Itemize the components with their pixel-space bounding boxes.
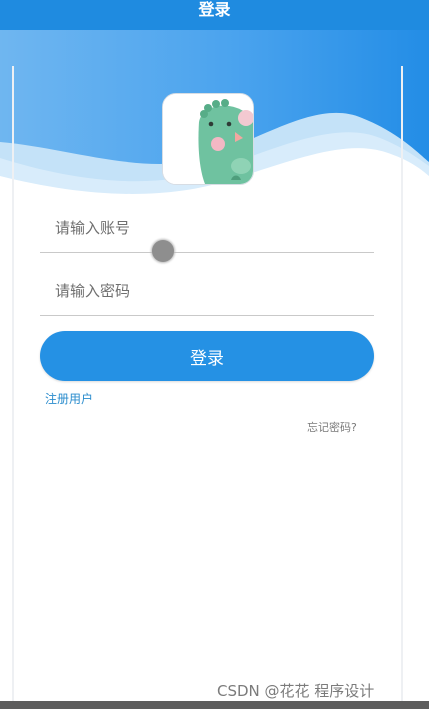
password-input[interactable] [53, 279, 357, 303]
account-input[interactable] [53, 216, 357, 240]
drag-handle[interactable] [152, 240, 174, 262]
watermark: CSDN @花花 程序设计 [217, 682, 375, 700]
account-field [40, 212, 374, 253]
nav-bar: 登录 [0, 0, 429, 30]
forgot-password-link[interactable]: 忘记密码? [307, 419, 357, 435]
register-link[interactable]: 注册用户 [45, 390, 93, 407]
app-avatar [162, 93, 254, 185]
login-button[interactable]: 登录 [40, 331, 374, 381]
page-title: 登录 [198, 0, 231, 19]
login-screen: 登录 请输入账号 登录 注册用户 忘记密码? CSDN @花花 程序设计 [0, 0, 429, 709]
bottom-bar [0, 701, 429, 709]
password-field [40, 275, 374, 316]
green-dinosaur-icon [163, 94, 253, 184]
